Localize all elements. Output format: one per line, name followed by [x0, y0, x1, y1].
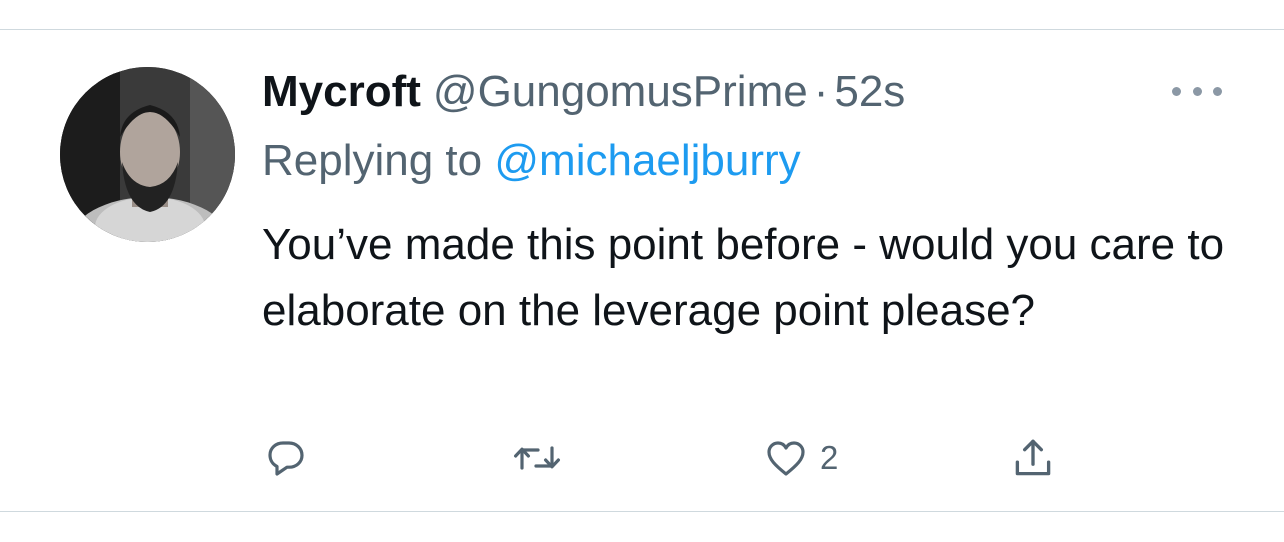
avatar-photo: [60, 67, 235, 242]
share-button[interactable]: [1008, 432, 1058, 484]
tweet-header: Mycroft @GungomusPrime · 52s: [262, 64, 905, 120]
avatar[interactable]: [60, 67, 235, 242]
like-count: 2: [820, 439, 839, 476]
replying-to-line: Replying to @michaeljburry: [262, 133, 801, 189]
timestamp[interactable]: 52s: [834, 64, 905, 120]
user-handle[interactable]: @GungomusPrime: [433, 64, 808, 120]
retweet-arrows-icon: [514, 446, 560, 470]
reply-bubble-icon: [268, 441, 304, 476]
heart-icon: [767, 441, 805, 476]
reply-button[interactable]: [262, 432, 320, 484]
top-divider: [0, 29, 1284, 30]
share-upload-icon: [1015, 439, 1051, 476]
tweet-text: You’ve made this point before - would yo…: [262, 220, 1225, 335]
bottom-divider: [0, 511, 1284, 512]
replying-to-link[interactable]: @michaeljburry: [494, 136, 800, 185]
more-icon[interactable]: [1172, 82, 1222, 100]
more-dot: [1213, 86, 1222, 96]
replying-label: Replying to: [262, 136, 483, 185]
retweet-button[interactable]: [510, 432, 574, 484]
more-dot: [1172, 86, 1181, 96]
more-dot: [1192, 86, 1202, 96]
display-name[interactable]: Mycroft: [262, 64, 421, 120]
like-button[interactable]: 2: [762, 432, 838, 484]
separator-dot: ·: [813, 67, 829, 116]
